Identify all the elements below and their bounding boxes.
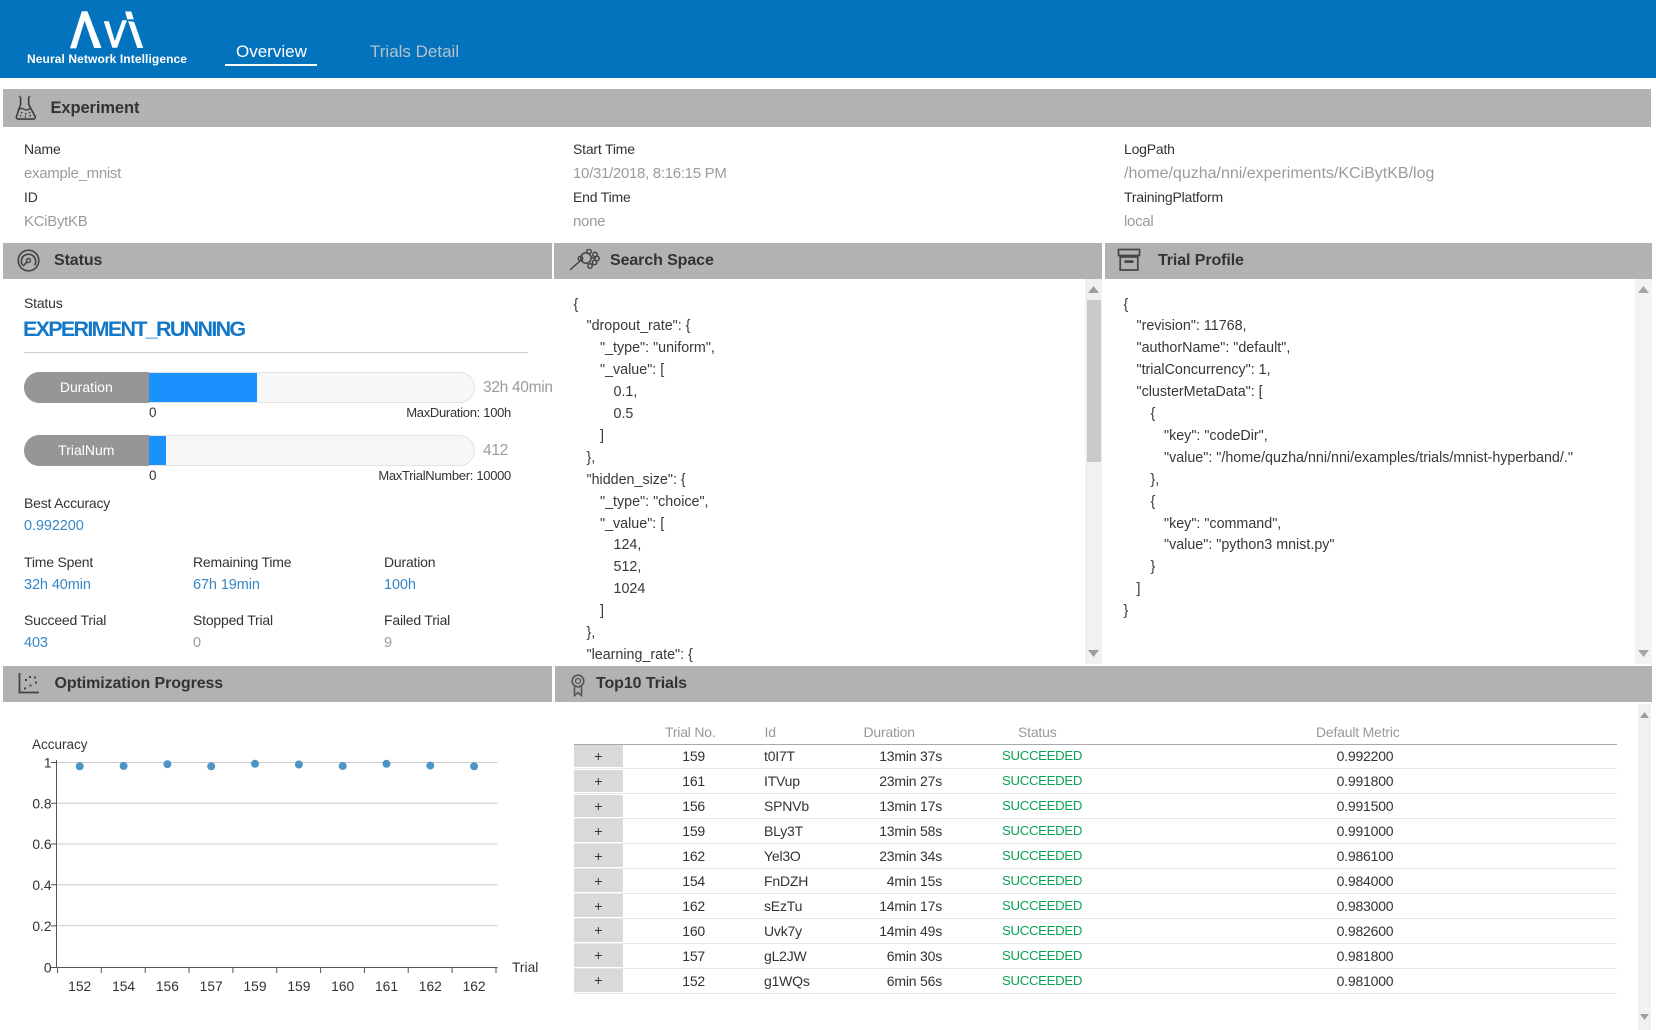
svg-text:0.4: 0.4	[32, 878, 52, 893]
svg-text:157: 157	[200, 979, 223, 994]
svg-text:0.6: 0.6	[32, 837, 52, 852]
svg-text:156: 156	[156, 979, 179, 994]
svg-text:159: 159	[287, 979, 310, 994]
svg-text:154: 154	[112, 979, 135, 994]
svg-text:Trial: Trial	[512, 960, 538, 975]
svg-text:159: 159	[243, 979, 266, 994]
svg-text:Accuracy: Accuracy	[32, 737, 88, 752]
svg-text:161: 161	[375, 979, 398, 994]
svg-text:0.8: 0.8	[32, 796, 52, 811]
svg-text:162: 162	[419, 979, 442, 994]
svg-text:1: 1	[44, 756, 52, 771]
svg-text:0: 0	[44, 961, 52, 976]
svg-text:160: 160	[331, 979, 354, 994]
svg-text:162: 162	[463, 979, 486, 994]
svg-text:0.2: 0.2	[32, 919, 51, 934]
svg-text:152: 152	[68, 979, 91, 994]
